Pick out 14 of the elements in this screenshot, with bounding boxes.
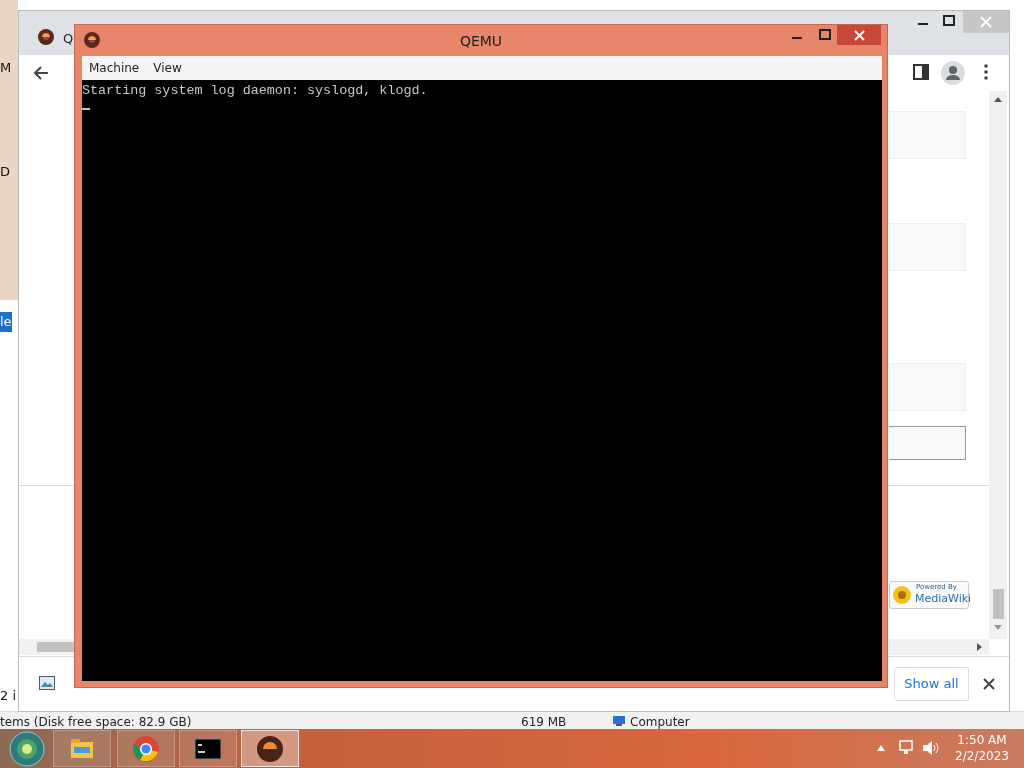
menu-item[interactable]: View [146, 59, 189, 77]
status-text: tems (Disk free space: 82.9 GB) [0, 714, 192, 731]
status-text: Computer [630, 714, 690, 731]
text-fragment: 2 i [0, 687, 16, 705]
window-title: QEMU [458, 32, 504, 51]
menu-item[interactable]: Machine [82, 59, 147, 77]
text-fragment: D [0, 163, 10, 181]
show-all-button[interactable]: Show all [894, 667, 969, 701]
badge-caption: MediaWiki [915, 592, 972, 605]
tab-title[interactable]: Q [63, 29, 74, 49]
console-line: Starting system log daemon: syslogd, klogd. [82, 82, 429, 100]
text-fragment: le [0, 312, 12, 332]
status-text: 619 MB [521, 714, 567, 731]
text-fragment: M [0, 59, 12, 77]
